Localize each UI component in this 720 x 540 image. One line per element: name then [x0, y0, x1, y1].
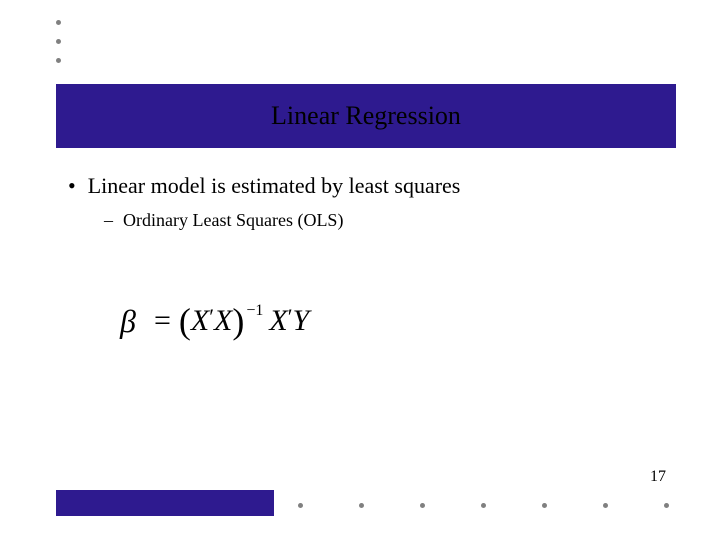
- formula-x2: X: [214, 304, 232, 338]
- bullet-icon: •: [68, 172, 76, 200]
- formula-x1: X: [191, 304, 209, 338]
- formula-rparen: ): [232, 300, 244, 342]
- dot-icon: [420, 503, 425, 508]
- bullet-item: • Linear model is estimated by least squ…: [68, 172, 668, 200]
- dot-icon: [56, 58, 61, 63]
- dot-icon: [359, 503, 364, 508]
- sub-bullet-item: – Ordinary Least Squares (OLS): [104, 208, 668, 232]
- title-bar: Linear Regression: [56, 84, 676, 148]
- formula-beta: β: [120, 303, 136, 340]
- page-number: 17: [650, 468, 666, 486]
- slide: Linear Regression • Linear model is esti…: [0, 0, 720, 540]
- dot-icon: [542, 503, 547, 508]
- dot-icon: [481, 503, 486, 508]
- dash-icon: –: [104, 208, 113, 232]
- dot-icon: [603, 503, 608, 508]
- sub-bullet-text: Ordinary Least Squares (OLS): [123, 208, 343, 232]
- dot-icon: [56, 20, 61, 25]
- formula-x3: X: [269, 304, 287, 338]
- formula-y: Y: [293, 304, 310, 338]
- formula-lparen: (: [179, 300, 191, 342]
- ols-formula: β = ( X ′ X ) −1 X ′ Y: [120, 300, 309, 342]
- formula-prime2: ′: [288, 304, 293, 330]
- dot-icon: [298, 503, 303, 508]
- bullet-text: Linear model is estimated by least squar…: [88, 172, 461, 200]
- dot-icon: [664, 503, 669, 508]
- footer-bar: [56, 490, 274, 516]
- decorative-dots-bottom: [298, 503, 720, 508]
- formula-equals: =: [154, 304, 171, 338]
- content-area: • Linear model is estimated by least squ…: [68, 172, 668, 232]
- slide-title: Linear Regression: [271, 101, 461, 131]
- decorative-dots-top: [56, 20, 61, 77]
- formula-exp: −1: [246, 302, 263, 320]
- formula-prime1: ′: [209, 304, 214, 330]
- dot-icon: [56, 39, 61, 44]
